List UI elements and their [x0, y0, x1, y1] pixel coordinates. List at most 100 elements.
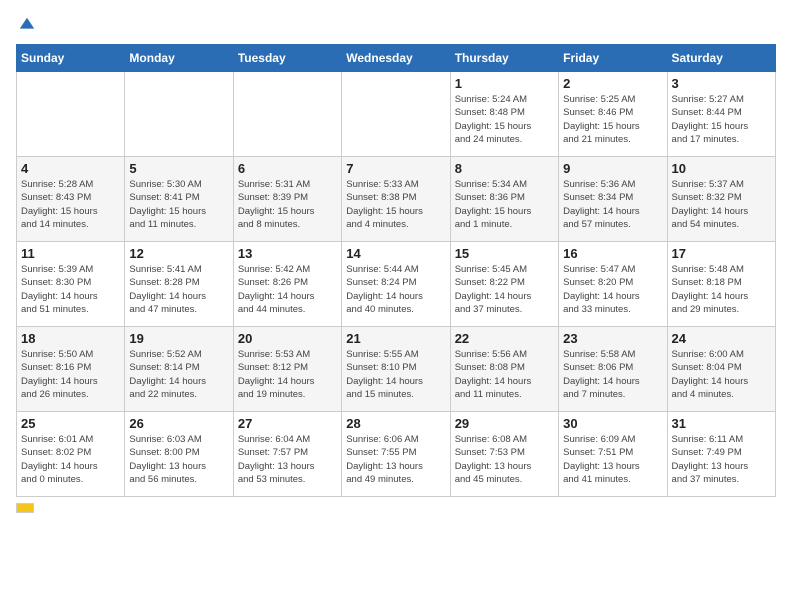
column-header-wednesday: Wednesday [342, 45, 450, 72]
calendar-cell: 24 Sunrise: 6:00 AM Sunset: 8:04 PM Dayli… [667, 327, 775, 412]
calendar-week-row: 25Sunrise: 6:01 AM Sunset: 8:02 PM Dayli… [17, 412, 776, 497]
calendar-cell: 14 Sunrise: 5:44 AM Sunset: 8:24 PM Dayli… [342, 242, 450, 327]
day-number: 8 [455, 161, 554, 176]
day-info: Sunrise: 5:50 AM Sunset: 8:16 PM Dayligh… [21, 348, 120, 401]
calendar-cell: 11 Sunrise: 5:39 AM Sunset: 8:30 PM Dayli… [17, 242, 125, 327]
day-number: 11 [21, 246, 120, 261]
day-number: 15 [455, 246, 554, 261]
day-info: Sunrise: 6:09 AM Sunset: 7:51 PM Dayligh… [563, 433, 662, 486]
logo [16, 16, 36, 34]
calendar-cell: 12 Sunrise: 5:41 AM Sunset: 8:28 PM Dayli… [125, 242, 233, 327]
calendar-cell [17, 72, 125, 157]
calendar-cell: 7 Sunrise: 5:33 AM Sunset: 8:38 PM Daylig… [342, 157, 450, 242]
day-number: 3 [672, 76, 771, 91]
day-number: 26 [129, 416, 228, 431]
calendar-cell [342, 72, 450, 157]
day-info: Sunrise: 6:00 AM Sunset: 8:04 PM Dayligh… [672, 348, 771, 401]
calendar-cell: 29 Sunrise: 6:08 AM Sunset: 7:53 PM Dayli… [450, 412, 558, 497]
calendar-cell: 20Sunrise: 5:53 AM Sunset: 8:12 PM Dayli… [233, 327, 341, 412]
calendar-cell: 26Sunrise: 6:03 AM Sunset: 8:00 PM Dayli… [125, 412, 233, 497]
day-number: 4 [21, 161, 120, 176]
day-info: Sunrise: 5:37 AM Sunset: 8:32 PM Dayligh… [672, 178, 771, 231]
column-header-tuesday: Tuesday [233, 45, 341, 72]
day-info: Sunrise: 5:31 AM Sunset: 8:39 PM Dayligh… [238, 178, 337, 231]
day-info: Sunrise: 5:30 AM Sunset: 8:41 PM Dayligh… [129, 178, 228, 231]
day-number: 29 [455, 416, 554, 431]
day-number: 18 [21, 331, 120, 346]
day-info: Sunrise: 5:39 AM Sunset: 8:30 PM Dayligh… [21, 263, 120, 316]
day-number: 30 [563, 416, 662, 431]
day-number: 23 [563, 331, 662, 346]
day-info: Sunrise: 5:41 AM Sunset: 8:28 PM Dayligh… [129, 263, 228, 316]
day-number: 17 [672, 246, 771, 261]
calendar-cell: 10 Sunrise: 5:37 AM Sunset: 8:32 PM Dayli… [667, 157, 775, 242]
calendar-cell: 3 Sunrise: 5:27 AM Sunset: 8:44 PM Daylig… [667, 72, 775, 157]
day-info: Sunrise: 5:42 AM Sunset: 8:26 PM Dayligh… [238, 263, 337, 316]
day-info: Sunrise: 5:58 AM Sunset: 8:06 PM Dayligh… [563, 348, 662, 401]
day-info: Sunrise: 5:55 AM Sunset: 8:10 PM Dayligh… [346, 348, 445, 401]
day-number: 22 [455, 331, 554, 346]
day-number: 21 [346, 331, 445, 346]
day-number: 28 [346, 416, 445, 431]
day-number: 9 [563, 161, 662, 176]
day-info: Sunrise: 5:27 AM Sunset: 8:44 PM Dayligh… [672, 93, 771, 146]
day-number: 10 [672, 161, 771, 176]
logo-text [16, 16, 36, 34]
calendar-cell: 27 Sunrise: 6:04 AM Sunset: 7:57 PM Dayli… [233, 412, 341, 497]
calendar-cell: 28Sunrise: 6:06 AM Sunset: 7:55 PM Dayli… [342, 412, 450, 497]
day-number: 6 [238, 161, 337, 176]
calendar-cell: 15Sunrise: 5:45 AM Sunset: 8:22 PM Dayli… [450, 242, 558, 327]
calendar-week-row: 4 Sunrise: 5:28 AM Sunset: 8:43 PM Daylig… [17, 157, 776, 242]
calendar-table: SundayMondayTuesdayWednesdayThursdayFrid… [16, 44, 776, 497]
column-header-sunday: Sunday [17, 45, 125, 72]
day-number: 12 [129, 246, 228, 261]
daylight-bar-icon [16, 503, 34, 513]
column-header-friday: Friday [559, 45, 667, 72]
calendar-cell: 8 Sunrise: 5:34 AM Sunset: 8:36 PM Daylig… [450, 157, 558, 242]
calendar-cell [125, 72, 233, 157]
calendar-cell: 18 Sunrise: 5:50 AM Sunset: 8:16 PM Dayli… [17, 327, 125, 412]
day-info: Sunrise: 5:28 AM Sunset: 8:43 PM Dayligh… [21, 178, 120, 231]
calendar-cell: 1Sunrise: 5:24 AM Sunset: 8:48 PM Daylig… [450, 72, 558, 157]
day-info: Sunrise: 6:01 AM Sunset: 8:02 PM Dayligh… [21, 433, 120, 486]
column-header-thursday: Thursday [450, 45, 558, 72]
calendar-header-row: SundayMondayTuesdayWednesdayThursdayFrid… [17, 45, 776, 72]
day-number: 31 [672, 416, 771, 431]
day-info: Sunrise: 5:34 AM Sunset: 8:36 PM Dayligh… [455, 178, 554, 231]
calendar-cell: 2Sunrise: 5:25 AM Sunset: 8:46 PM Daylig… [559, 72, 667, 157]
day-info: Sunrise: 6:11 AM Sunset: 7:49 PM Dayligh… [672, 433, 771, 486]
calendar-cell: 31 Sunrise: 6:11 AM Sunset: 7:49 PM Dayli… [667, 412, 775, 497]
calendar-cell: 22 Sunrise: 5:56 AM Sunset: 8:08 PM Dayli… [450, 327, 558, 412]
column-header-monday: Monday [125, 45, 233, 72]
day-number: 24 [672, 331, 771, 346]
calendar-week-row: 11 Sunrise: 5:39 AM Sunset: 8:30 PM Dayli… [17, 242, 776, 327]
day-number: 27 [238, 416, 337, 431]
day-number: 14 [346, 246, 445, 261]
day-info: Sunrise: 5:47 AM Sunset: 8:20 PM Dayligh… [563, 263, 662, 316]
calendar-cell: 5 Sunrise: 5:30 AM Sunset: 8:41 PM Daylig… [125, 157, 233, 242]
day-info: Sunrise: 5:56 AM Sunset: 8:08 PM Dayligh… [455, 348, 554, 401]
calendar-cell: 13 Sunrise: 5:42 AM Sunset: 8:26 PM Dayli… [233, 242, 341, 327]
day-number: 7 [346, 161, 445, 176]
day-info: Sunrise: 6:04 AM Sunset: 7:57 PM Dayligh… [238, 433, 337, 486]
calendar-week-row: 1Sunrise: 5:24 AM Sunset: 8:48 PM Daylig… [17, 72, 776, 157]
day-number: 13 [238, 246, 337, 261]
day-info: Sunrise: 6:08 AM Sunset: 7:53 PM Dayligh… [455, 433, 554, 486]
day-info: Sunrise: 5:36 AM Sunset: 8:34 PM Dayligh… [563, 178, 662, 231]
calendar-cell: 9 Sunrise: 5:36 AM Sunset: 8:34 PM Daylig… [559, 157, 667, 242]
day-number: 19 [129, 331, 228, 346]
calendar-cell: 19 Sunrise: 5:52 AM Sunset: 8:14 PM Dayli… [125, 327, 233, 412]
calendar-week-row: 18 Sunrise: 5:50 AM Sunset: 8:16 PM Dayli… [17, 327, 776, 412]
logo-icon [18, 16, 36, 34]
day-number: 5 [129, 161, 228, 176]
column-header-saturday: Saturday [667, 45, 775, 72]
day-info: Sunrise: 5:33 AM Sunset: 8:38 PM Dayligh… [346, 178, 445, 231]
day-number: 20 [238, 331, 337, 346]
calendar-cell: 21 Sunrise: 5:55 AM Sunset: 8:10 PM Dayli… [342, 327, 450, 412]
day-info: Sunrise: 5:44 AM Sunset: 8:24 PM Dayligh… [346, 263, 445, 316]
day-info: Sunrise: 5:52 AM Sunset: 8:14 PM Dayligh… [129, 348, 228, 401]
calendar-cell: 4 Sunrise: 5:28 AM Sunset: 8:43 PM Daylig… [17, 157, 125, 242]
day-info: Sunrise: 5:48 AM Sunset: 8:18 PM Dayligh… [672, 263, 771, 316]
calendar-cell [233, 72, 341, 157]
calendar-cell: 30 Sunrise: 6:09 AM Sunset: 7:51 PM Dayli… [559, 412, 667, 497]
